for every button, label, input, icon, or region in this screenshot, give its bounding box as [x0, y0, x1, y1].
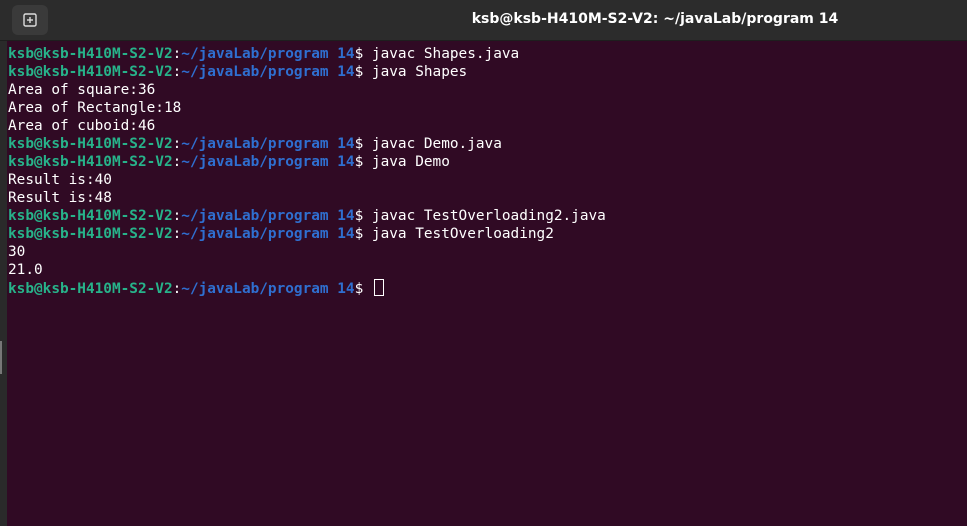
prompt-user-host: ksb@ksb-H410M-S2-V2 [8, 208, 173, 224]
prompt-symbol: $ [354, 46, 364, 62]
prompt-separator: : [172, 208, 182, 224]
output-text: Area of cuboid:46 [8, 118, 156, 134]
prompt-line: ksb@ksb-H410M-S2-V2:~/javaLab/program 14… [8, 279, 963, 297]
output-line: Area of cuboid:46 [8, 117, 963, 135]
prompt-path: ~/javaLab/program 14 [181, 46, 355, 62]
output-text: Result is:40 [8, 172, 112, 188]
prompt-separator: : [172, 281, 182, 297]
prompt-path: ~/javaLab/program 14 [181, 208, 355, 224]
command-text: javac TestOverloading2.java [363, 208, 606, 224]
terminal-window: ksb@ksb-H410M-S2-V2: ~/javaLab/program 1… [0, 0, 967, 526]
prompt-separator: : [172, 64, 182, 80]
command-text: java Shapes [363, 64, 468, 80]
window-title: ksb@ksb-H410M-S2-V2: ~/javaLab/program 1… [471, 11, 839, 27]
scroll-thumb[interactable] [0, 341, 2, 374]
prompt-symbol: $ [354, 208, 364, 224]
new-tab-button[interactable] [12, 5, 48, 35]
prompt-symbol: $ [354, 226, 364, 242]
output-line: Area of square:36 [8, 81, 963, 99]
command-text: java TestOverloading2 [363, 226, 554, 242]
command-text: java Demo [363, 154, 450, 170]
prompt-user-host: ksb@ksb-H410M-S2-V2 [8, 136, 173, 152]
text-cursor [373, 279, 384, 296]
prompt-symbol: $ [354, 64, 364, 80]
prompt-line: ksb@ksb-H410M-S2-V2:~/javaLab/program 14… [8, 45, 963, 63]
output-line: Area of Rectangle:18 [8, 99, 963, 117]
prompt-path: ~/javaLab/program 14 [181, 226, 355, 242]
prompt-separator: : [172, 154, 182, 170]
prompt-line: ksb@ksb-H410M-S2-V2:~/javaLab/program 14… [8, 135, 963, 153]
prompt-user-host: ksb@ksb-H410M-S2-V2 [8, 46, 173, 62]
title-bar: ksb@ksb-H410M-S2-V2: ~/javaLab/program 1… [0, 0, 967, 41]
output-line: Result is:40 [8, 171, 963, 189]
command-text [363, 281, 372, 297]
prompt-line: ksb@ksb-H410M-S2-V2:~/javaLab/program 14… [8, 153, 963, 171]
prompt-path: ~/javaLab/program 14 [181, 154, 355, 170]
output-line: 21.0 [8, 261, 963, 279]
prompt-path: ~/javaLab/program 14 [181, 64, 355, 80]
terminal-output[interactable]: ksb@ksb-H410M-S2-V2:~/javaLab/program 14… [8, 45, 963, 297]
prompt-separator: : [172, 46, 182, 62]
left-scroll-edge [0, 41, 7, 526]
prompt-user-host: ksb@ksb-H410M-S2-V2 [8, 64, 173, 80]
output-line: Result is:48 [8, 189, 963, 207]
prompt-user-host: ksb@ksb-H410M-S2-V2 [8, 281, 173, 297]
prompt-line: ksb@ksb-H410M-S2-V2:~/javaLab/program 14… [8, 207, 963, 225]
prompt-separator: : [172, 226, 182, 242]
command-text: javac Shapes.java [363, 46, 520, 62]
command-text: javac Demo.java [363, 136, 502, 152]
output-text: 21.0 [8, 262, 43, 278]
prompt-symbol: $ [354, 154, 364, 170]
prompt-line: ksb@ksb-H410M-S2-V2:~/javaLab/program 14… [8, 225, 963, 243]
new-tab-icon [23, 13, 37, 27]
output-text: 30 [8, 244, 26, 260]
prompt-user-host: ksb@ksb-H410M-S2-V2 [8, 226, 173, 242]
prompt-separator: : [172, 136, 182, 152]
prompt-path: ~/javaLab/program 14 [181, 281, 355, 297]
prompt-path: ~/javaLab/program 14 [181, 136, 355, 152]
prompt-symbol: $ [354, 136, 364, 152]
prompt-line: ksb@ksb-H410M-S2-V2:~/javaLab/program 14… [8, 63, 963, 81]
prompt-symbol: $ [354, 281, 364, 297]
prompt-user-host: ksb@ksb-H410M-S2-V2 [8, 154, 173, 170]
output-text: Result is:48 [8, 190, 112, 206]
output-text: Area of Rectangle:18 [8, 100, 182, 116]
output-line: 30 [8, 243, 963, 261]
output-text: Area of square:36 [8, 82, 156, 98]
